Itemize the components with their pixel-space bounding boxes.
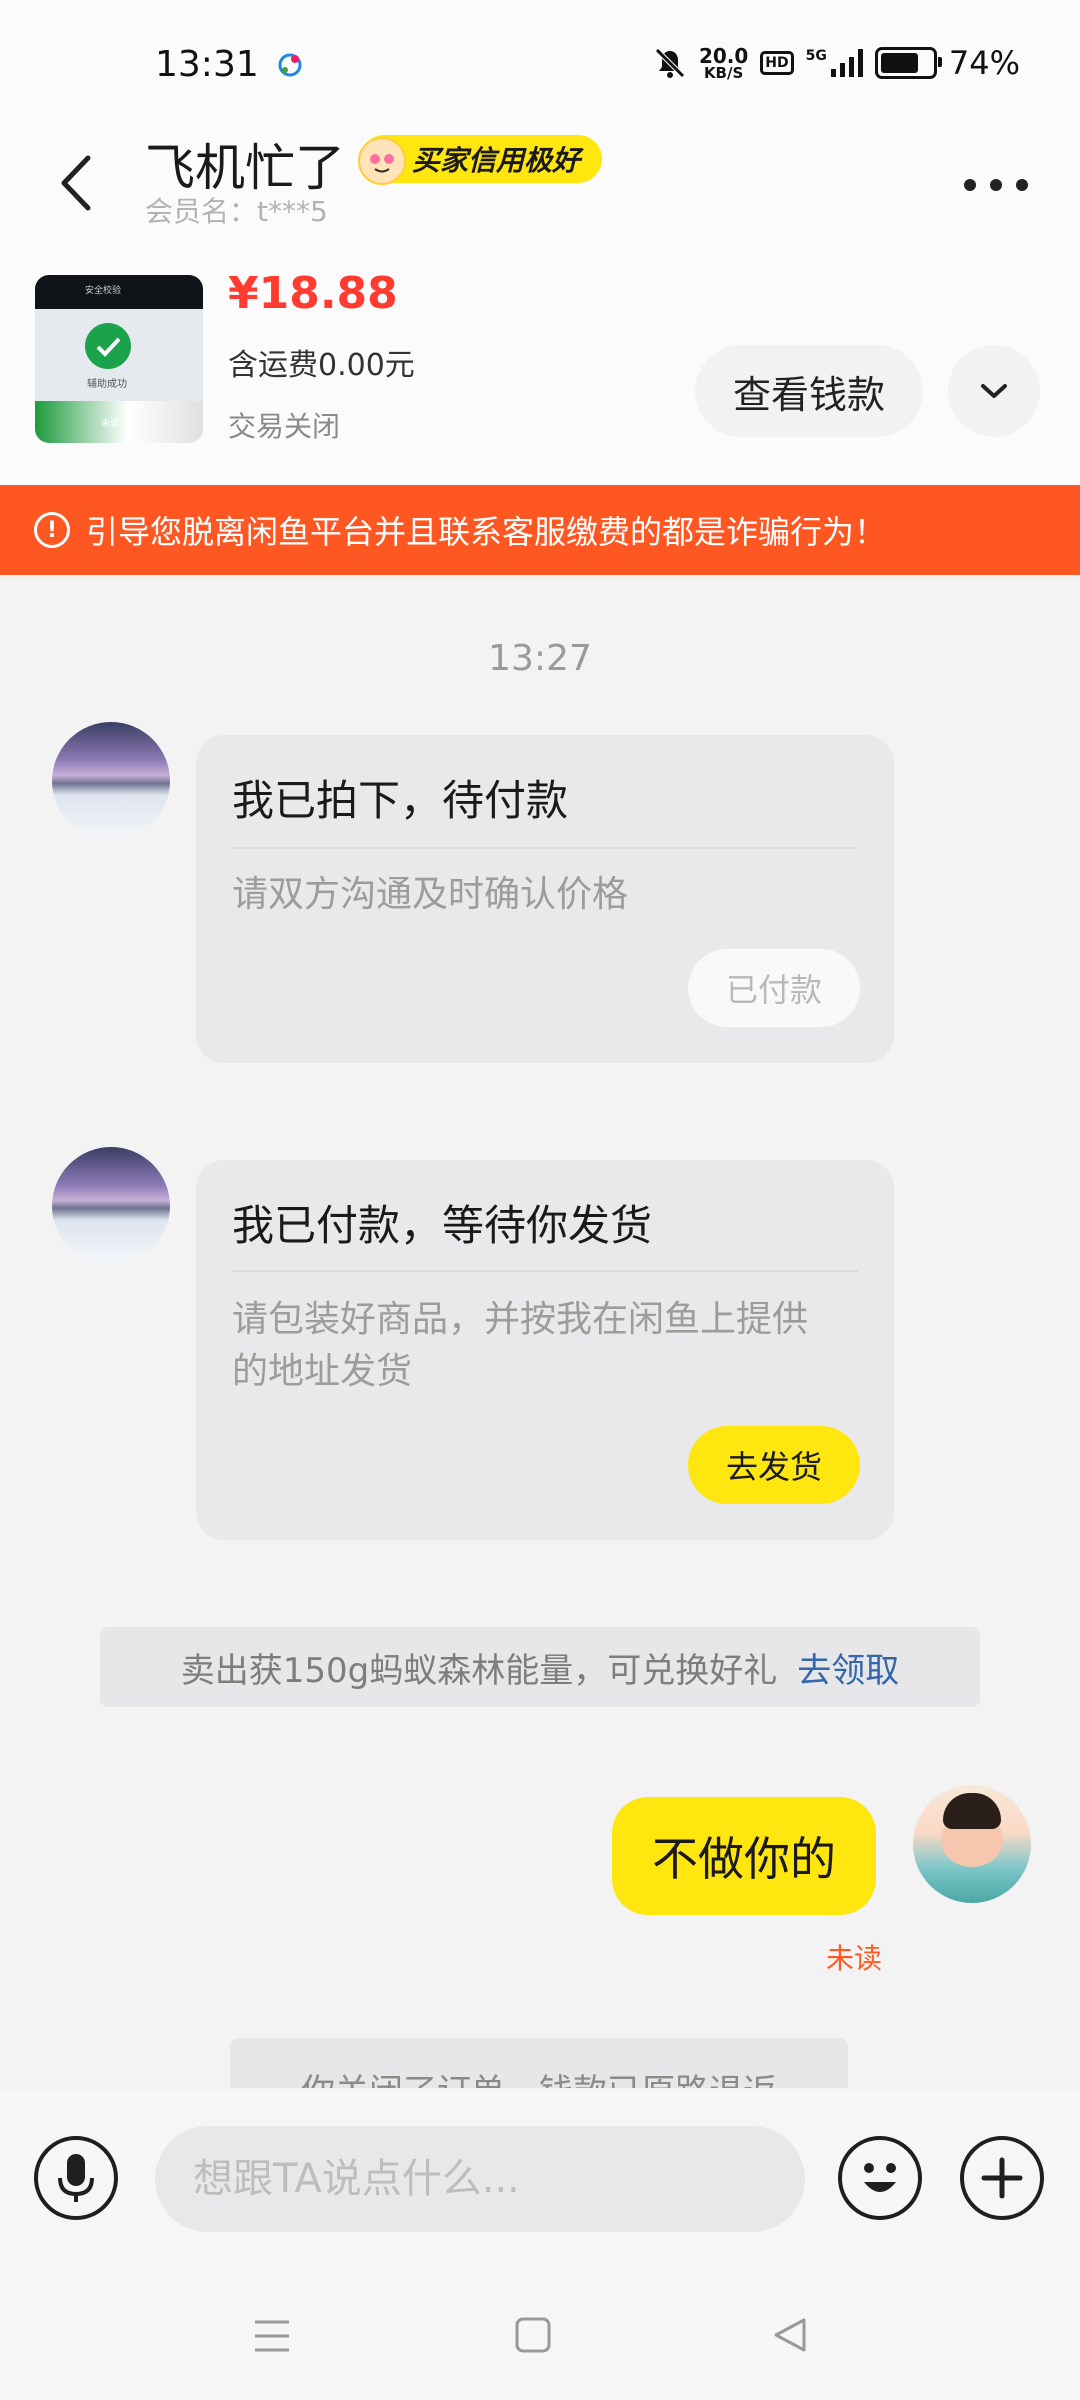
menu-icon[interactable] — [252, 2318, 292, 2354]
fraud-warning-banner: ! 引导您脱离闲鱼平台并且联系客服缴费的都是诈骗行为！ — [0, 485, 1080, 575]
badge-face-icon — [358, 137, 406, 185]
energy-reward-note: 卖出获150g蚂蚁森林能量，可兑换好礼 去领取 — [100, 1627, 980, 1707]
order-card-desc: 请双方沟通及时确认价格 — [232, 874, 629, 915]
my-message-bubble[interactable]: 不做你的 — [612, 1797, 876, 1915]
back-icon[interactable] — [48, 148, 108, 218]
microphone-icon — [58, 2154, 94, 2202]
battery-percent: 74% — [948, 44, 1020, 82]
carrier-icon — [278, 53, 302, 77]
paid-button[interactable]: 已付款 — [688, 949, 860, 1027]
battery-icon — [874, 47, 942, 79]
warning-icon: ! — [34, 512, 70, 548]
more-actions-button[interactable] — [960, 2136, 1044, 2220]
order-card-paid: 我已付款，等待你发货 请包装好商品，并按我在闲鱼上提供的地址发货 去发货 — [196, 1160, 894, 1540]
energy-reward-text: 卖出获150g蚂蚁森林能量，可兑换好礼 — [180, 1650, 778, 1691]
order-card-placed: 我已拍下，待付款 请双方沟通及时确认价格 已付款 — [196, 735, 894, 1063]
signal-icon: 5G — [806, 49, 863, 77]
unread-status: 未读 — [826, 1942, 883, 1975]
ship-button[interactable]: 去发货 — [688, 1426, 860, 1504]
plus-icon — [981, 2157, 1023, 2199]
system-note-text: 你关闭了订单，钱款已原路退返 — [230, 2064, 848, 2088]
status-indicators: 20.0 KB/S HD 5G 74% — [653, 40, 1020, 86]
credit-badge: 买家信用极好 — [358, 135, 603, 185]
smiley-icon — [864, 2163, 896, 2192]
product-thumbnail[interactable]: 安全校验 辅助成功 未读 — [35, 275, 203, 443]
other-user-avatar[interactable] — [52, 1147, 170, 1265]
my-avatar[interactable] — [913, 1785, 1031, 1903]
order-card-title: 我已拍下，待付款 — [232, 776, 569, 825]
input-bar — [0, 2090, 1080, 2270]
message-input[interactable] — [155, 2126, 805, 2232]
status-bar: 13:31 20.0 KB/S HD 5G 74% — [0, 0, 1080, 110]
order-card-desc: 请包装好商品，并按我在闲鱼上提供的地址发货 — [232, 1299, 809, 1392]
home-icon[interactable] — [514, 2316, 552, 2354]
shipping-fee: 含运费0.00元 — [228, 348, 415, 383]
view-money-button[interactable]: 查看钱款 — [695, 345, 923, 437]
claim-link[interactable]: 去领取 — [797, 1643, 899, 1692]
system-note: 你关闭了订单，钱款已原路退返 — [230, 2038, 848, 2088]
product-price: ¥18.88 — [228, 268, 398, 319]
credit-badge-label: 买家信用极好 — [412, 144, 581, 177]
net-speed: 20.0 KB/S — [698, 43, 749, 82]
other-user-avatar[interactable] — [52, 722, 170, 840]
status-time: 13:31 — [155, 44, 259, 85]
hd-icon: HD — [760, 51, 794, 75]
order-card-title: 我已付款，等待你发货 — [232, 1201, 653, 1250]
trade-status: 交易关闭 — [228, 410, 341, 443]
chevron-down-icon — [981, 384, 1007, 398]
chat-header: 飞机忙了 买家信用极好 会员名：t***5 — [0, 110, 1080, 260]
system-nav-bar — [0, 2270, 1080, 2400]
more-options-icon[interactable] — [964, 165, 1028, 205]
back-nav-icon[interactable] — [770, 2316, 808, 2354]
voice-button[interactable] — [34, 2136, 118, 2220]
check-icon — [85, 323, 131, 369]
member-name: 会员名：t***5 — [145, 195, 328, 228]
product-card[interactable]: 安全校验 辅助成功 未读 ¥18.88 含运费0.00元 交易关闭 查看钱款 — [0, 260, 1080, 485]
mute-bell-icon — [655, 48, 685, 78]
expand-button[interactable] — [948, 345, 1040, 437]
emoji-button[interactable] — [838, 2136, 922, 2220]
message-timestamp: 13:27 — [488, 638, 592, 679]
fraud-warning-text: 引导您脱离闲鱼平台并且联系客服缴费的都是诈骗行为！ — [86, 513, 887, 551]
